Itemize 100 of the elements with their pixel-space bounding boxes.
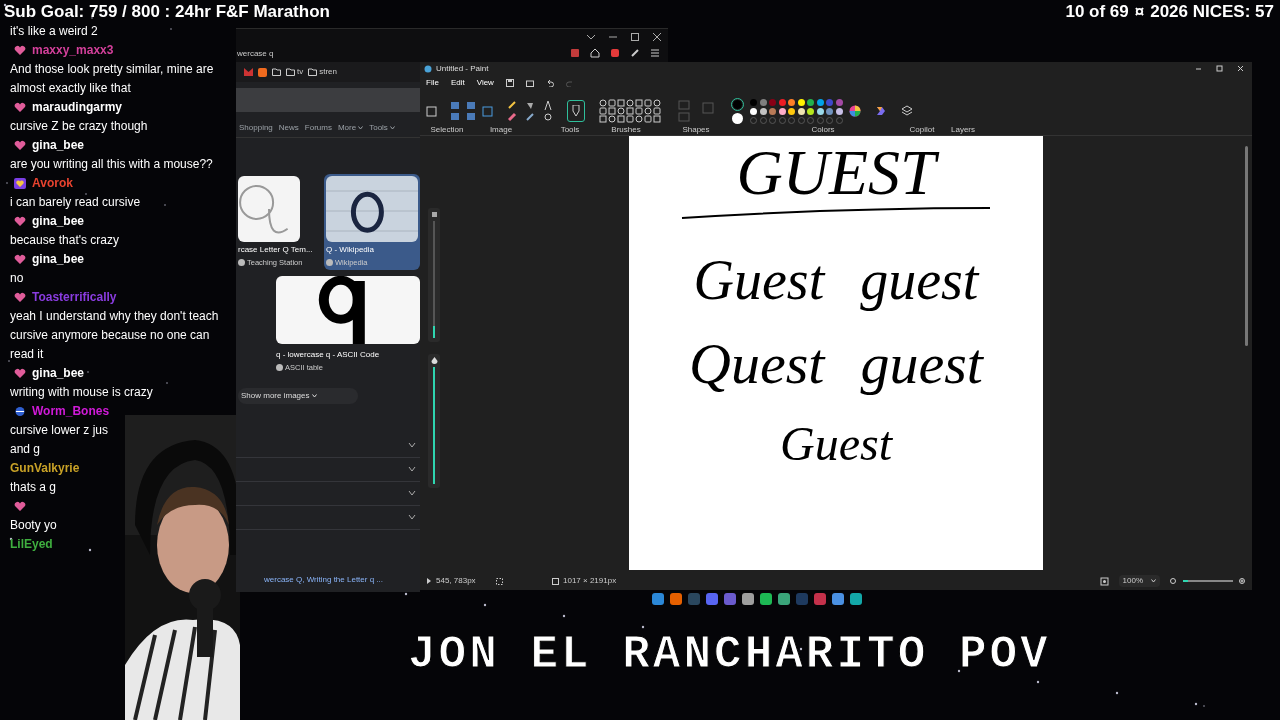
scrollbar[interactable] [1245, 146, 1248, 346]
brushes-button[interactable] [567, 100, 585, 122]
image-tools-icon[interactable] [451, 101, 493, 121]
menu-item[interactable]: View [476, 77, 494, 89]
color-swatch[interactable] [778, 107, 786, 115]
menu-icon[interactable] [650, 48, 660, 58]
color-swatch[interactable] [778, 98, 786, 106]
color-swatch[interactable] [826, 98, 833, 106]
copilot-icon[interactable] [874, 105, 887, 117]
color-swatch[interactable] [835, 98, 843, 106]
shapes-icon[interactable] [599, 99, 663, 123]
chevron-down-icon[interactable] [586, 32, 596, 42]
fit-screen-icon[interactable] [1099, 576, 1109, 586]
home-icon[interactable] [590, 48, 600, 58]
color-swatch[interactable] [769, 107, 776, 115]
search-tab[interactable]: News [278, 121, 299, 134]
zoom-in-icon[interactable] [1239, 577, 1246, 585]
taskbar-app-icon[interactable] [670, 593, 682, 605]
undo-icon[interactable] [545, 79, 554, 87]
app-icon[interactable] [258, 67, 267, 77]
taskbar-app-icon[interactable] [814, 593, 826, 605]
app-icon [424, 64, 432, 73]
bookmark-link[interactable]: tv [297, 66, 304, 78]
brush-slider[interactable] [428, 208, 440, 342]
extension-icon[interactable] [570, 48, 580, 58]
folder-icon[interactable] [308, 68, 318, 76]
heart-badge-icon [14, 292, 26, 303]
canvas-size: 1017 × 2191px [563, 575, 617, 587]
color-swatch[interactable] [816, 107, 824, 115]
window-title: Untitled - Paint [436, 62, 489, 75]
result-title: rcase Letter Q Tem... [238, 244, 314, 256]
color-swatch[interactable] [750, 107, 757, 115]
taskbar-app-icon[interactable] [706, 593, 718, 605]
group-label: Colors [810, 124, 836, 135]
minimize-icon[interactable] [1195, 65, 1202, 72]
heart-badge-icon [14, 140, 26, 151]
taskbar-app-icon[interactable] [760, 593, 772, 605]
outline-fill-icon [677, 99, 717, 123]
result-link[interactable]: wercase Q, Writing the Letter q ... [264, 573, 420, 586]
menu-item[interactable]: File [426, 77, 439, 89]
search-tab[interactable]: More [337, 121, 364, 134]
layers-icon[interactable] [900, 105, 913, 117]
selection-size-icon [496, 577, 503, 585]
brush-slider[interactable] [428, 354, 440, 488]
color-swatch[interactable] [826, 107, 833, 115]
search-tab[interactable]: Forums [304, 121, 332, 134]
taskbar-app-icon[interactable] [850, 593, 862, 605]
selection-icon[interactable] [426, 105, 437, 117]
group-label: Tools [559, 124, 581, 135]
chevron-down-icon [312, 393, 318, 398]
chat-username: gina_bee [32, 213, 85, 230]
chat-username: gina_bee [32, 251, 85, 268]
taskbar-app-icon[interactable] [742, 593, 754, 605]
color-swatch[interactable] [816, 98, 824, 106]
color-swatch[interactable] [788, 98, 795, 106]
chat-message: thats a g [10, 479, 58, 496]
drawing-canvas[interactable]: GUEST Guest guest Quest guest Guest [629, 136, 1043, 570]
show-more-button[interactable]: Show more images [238, 387, 358, 404]
taskbar-app-icon[interactable] [778, 593, 790, 605]
secondary-color-button[interactable] [732, 113, 743, 124]
group-label: Selection [429, 124, 465, 135]
search-field[interactable] [236, 88, 420, 112]
taskbar-app-icon[interactable] [832, 593, 844, 605]
caret-icon [358, 125, 364, 130]
color-wheel-icon[interactable] [848, 105, 861, 117]
share-icon[interactable] [525, 79, 534, 87]
zoom-out-icon[interactable] [1170, 577, 1177, 585]
search-tab[interactable]: Shopping [239, 121, 273, 134]
color-swatch[interactable] [807, 98, 814, 106]
separator-text: ¤ [1134, 1, 1145, 23]
menu-item[interactable]: Edit [450, 77, 465, 89]
heart-badge-icon [14, 216, 26, 227]
pen-icon[interactable] [630, 48, 640, 58]
color-swatch[interactable] [750, 98, 757, 106]
bookmark-link[interactable]: stren [319, 66, 338, 78]
close-icon[interactable] [652, 32, 662, 42]
color-swatch[interactable] [797, 98, 805, 106]
color-swatch[interactable] [807, 107, 814, 115]
color-swatch[interactable] [759, 98, 767, 106]
maximize-icon[interactable] [1216, 65, 1223, 72]
taskbar-app-icon[interactable] [652, 593, 664, 605]
handwritten-word: guest [860, 332, 983, 396]
heart-badge-icon [14, 501, 26, 512]
save-icon[interactable] [505, 79, 514, 87]
zoom-dropdown[interactable]: 100% [1118, 575, 1160, 587]
drawing-tools-icon[interactable] [507, 100, 553, 122]
color-swatch[interactable] [759, 107, 767, 115]
record-icon[interactable] [610, 48, 620, 58]
primary-color-button[interactable] [731, 98, 744, 111]
search-tab[interactable]: Tools [369, 121, 395, 134]
close-icon[interactable] [1237, 65, 1244, 72]
color-swatch[interactable] [835, 107, 843, 115]
maximize-icon[interactable] [630, 32, 640, 42]
color-swatch[interactable] [797, 107, 805, 115]
chat-username: gina_bee [32, 137, 85, 154]
chat-username: Worm_Bones [32, 403, 110, 420]
taskbar-app-icon[interactable] [724, 593, 736, 605]
mail-icon[interactable] [244, 68, 253, 76]
color-swatch[interactable] [769, 98, 776, 106]
color-swatch[interactable] [788, 107, 795, 115]
